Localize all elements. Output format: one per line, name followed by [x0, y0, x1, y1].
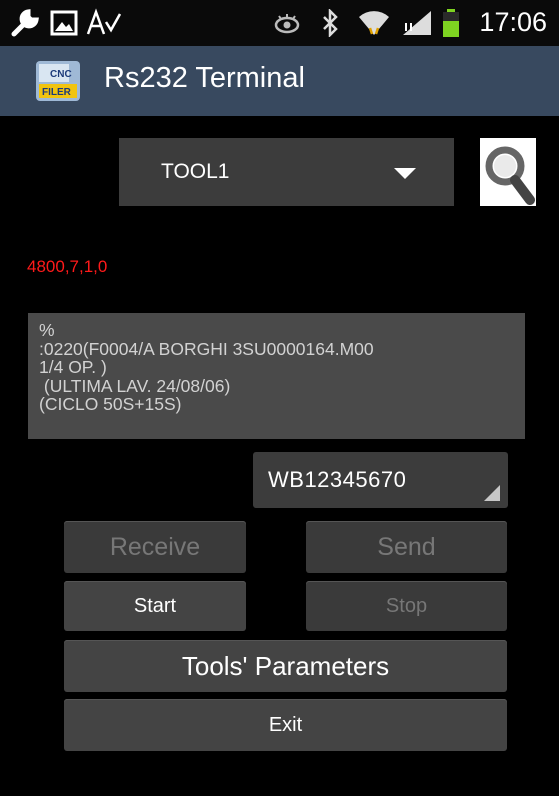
program-textbox[interactable]: % :0220(F0004/A BORGHI 3SU0000164.M00 1/…	[28, 313, 525, 439]
logo-text-filer: FILER	[42, 87, 72, 98]
logo-text-cnc: CNC	[50, 69, 72, 80]
signal-icon	[398, 8, 434, 38]
machine-spinner-value: WB12345670	[268, 467, 407, 492]
bluetooth-icon	[318, 8, 342, 38]
spellcheck-icon	[84, 8, 124, 38]
start-button[interactable]: Start	[64, 581, 246, 631]
status-bar: 17:06	[0, 0, 559, 46]
wrench-icon	[8, 8, 42, 38]
app-title: Rs232 Terminal	[104, 62, 305, 94]
tool-spinner[interactable]: TOOL1	[119, 138, 454, 206]
machine-spinner[interactable]: WB12345670	[253, 452, 508, 508]
program-line: (ULTIMA LAV. 24/08/06)	[39, 375, 231, 396]
program-line: (CICLO 50S+15S)	[39, 394, 182, 414]
wifi-icon	[356, 8, 392, 38]
magnifier-icon	[485, 146, 535, 205]
tools-parameters-button[interactable]: Tools' Parameters	[64, 640, 507, 692]
stop-button[interactable]: Stop	[306, 581, 507, 631]
spinner-corner-icon	[484, 485, 500, 501]
send-button[interactable]: Send	[306, 521, 507, 573]
app-logo-icon[interactable]: CNC FILER	[34, 57, 82, 105]
clock-time: 17:06	[479, 7, 547, 37]
program-line: 1/4 OP. )	[39, 357, 107, 377]
image-icon	[48, 8, 80, 38]
exit-button[interactable]: Exit	[64, 699, 507, 751]
program-line: :0220(F0004/A BORGHI 3SU0000164.M00	[39, 338, 374, 359]
receive-button[interactable]: Receive	[64, 521, 246, 573]
program-line: %	[39, 320, 55, 340]
dropdown-arrow-icon	[394, 168, 416, 179]
battery-icon	[440, 8, 462, 38]
eye-icon	[272, 8, 302, 38]
tool-spinner-value: TOOL1	[161, 160, 230, 183]
response-text: 4800,7,1,0	[27, 257, 108, 276]
search-button[interactable]	[480, 138, 536, 206]
